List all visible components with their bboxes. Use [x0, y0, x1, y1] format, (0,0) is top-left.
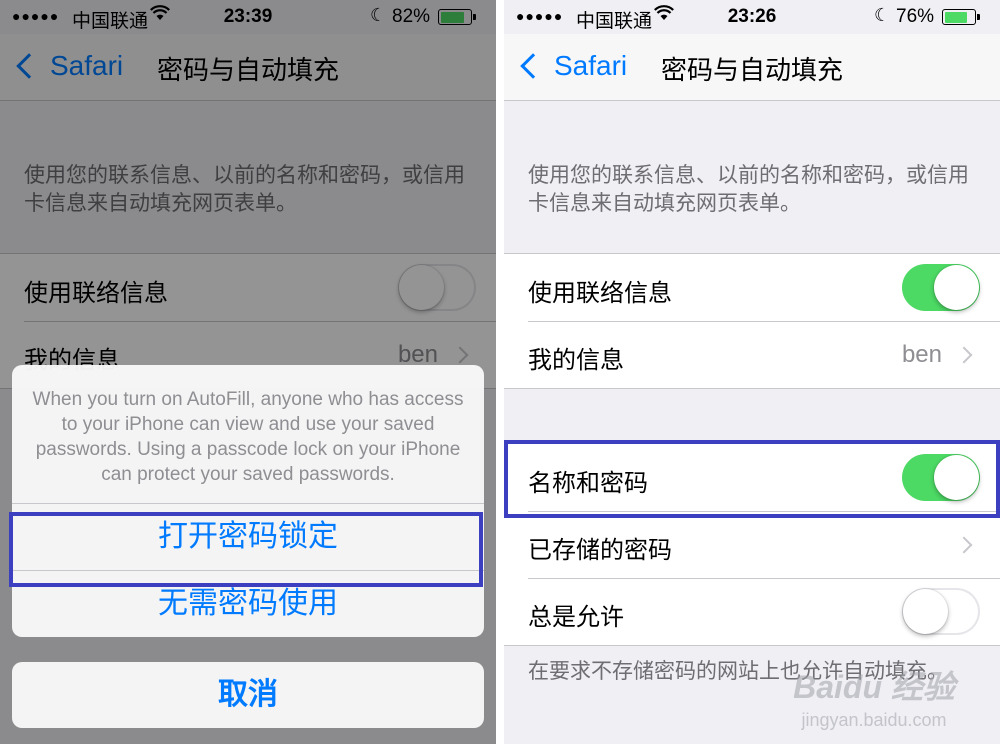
right-screen: ●●●●● 中国联通 23:26 ☾ 76% Safari 密码与自动填充 使用… [504, 0, 1000, 744]
battery-percent: 76% [896, 6, 935, 27]
section-description: 使用您的联系信息、以前的名称和密码，或信用卡信息来自动填充网页表单。 [528, 164, 969, 215]
status-bar: ●●●●● 中国联通 23:26 ☾ 76% [504, 0, 1000, 34]
setting-row-saved-passwords[interactable]: 已存储的密码 [504, 511, 1000, 578]
highlight-box [504, 440, 1000, 518]
cancel-button[interactable]: 取消 [12, 662, 484, 728]
setting-row-my-info[interactable]: 我的信息 ben [504, 321, 1000, 388]
setting-detail: ben [901, 341, 942, 368]
action-sheet: When you turn on AutoFill, anyone who ha… [12, 365, 484, 637]
setting-label: 使用联络信息 [528, 280, 672, 307]
battery-fill [944, 11, 967, 23]
watermark-brand: Baidu 经验 [793, 669, 955, 705]
action-sheet-message: When you turn on AutoFill, anyone who ha… [32, 389, 464, 485]
chevron-right-icon [955, 346, 973, 364]
moon-icon: ☾ [874, 5, 891, 25]
setting-row-always-allow[interactable]: 总是允许 [504, 578, 1000, 645]
toggle-switch[interactable] [902, 264, 980, 311]
chevron-right-icon [955, 536, 973, 554]
setting-label: 总是允许 [528, 604, 624, 631]
setting-label: 已存储的密码 [528, 537, 672, 564]
setting-label: 我的信息 [528, 347, 624, 374]
watermark-site: jingyan.baidu.com [801, 710, 947, 730]
watermark: Baidu 经验 jingyan.baidu.com [764, 662, 984, 731]
page-title: 密码与自动填充 [660, 55, 843, 85]
left-screen: ●●●●● 中国联通 23:39 ☾ 82% Safari 密码与自动填充 使用… [0, 0, 496, 744]
setting-row-contact-info[interactable]: 使用联络信息 [504, 254, 1000, 321]
panel-divider [496, 0, 504, 744]
cancel-sheet: 取消 [12, 662, 484, 728]
settings-group: 使用联络信息 我的信息 ben [504, 253, 1000, 389]
navigation-bar: Safari 密码与自动填充 [504, 34, 1000, 101]
toggle-switch[interactable] [902, 588, 980, 635]
battery-icon [942, 9, 980, 25]
highlight-box [9, 512, 483, 587]
